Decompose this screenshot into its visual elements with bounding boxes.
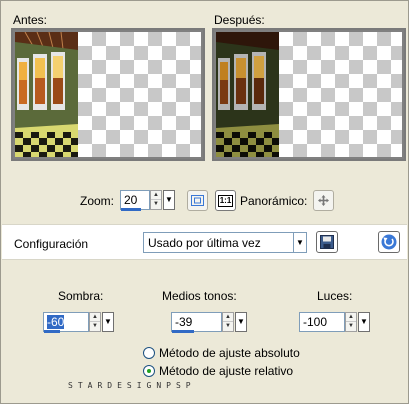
after-preview-image bbox=[216, 32, 402, 157]
zoom-input[interactable]: 20 bbox=[120, 190, 150, 210]
midtones-label: Medios tonos: bbox=[162, 289, 237, 303]
transparency-checker bbox=[78, 32, 201, 157]
relative-method-label[interactable]: Método de ajuste relativo bbox=[159, 364, 293, 378]
absolute-method-radio[interactable] bbox=[143, 347, 155, 359]
config-label: Configuración bbox=[14, 237, 89, 251]
before-preview-image bbox=[15, 32, 201, 157]
fit-window-button[interactable] bbox=[187, 190, 208, 211]
shadows-label: Sombra: bbox=[58, 289, 104, 303]
spin-up-icon[interactable]: ▲ bbox=[151, 191, 161, 200]
before-preview[interactable] bbox=[11, 28, 205, 161]
shadows-input[interactable]: -60 bbox=[43, 312, 89, 332]
spin-down-icon[interactable]: ▼ bbox=[346, 322, 356, 331]
preset-select[interactable]: Usado por última vez bbox=[143, 232, 307, 253]
dialog: Antes: Después: Zoom: 20 ▲ ▼ ▼ 1:1 Panor… bbox=[0, 0, 409, 404]
spin-up-icon[interactable]: ▲ bbox=[90, 313, 100, 322]
spin-down-icon[interactable]: ▼ bbox=[223, 322, 233, 331]
chevron-down-icon: ▼ bbox=[237, 317, 245, 326]
after-preview[interactable] bbox=[212, 28, 406, 161]
chevron-down-icon: ▼ bbox=[104, 317, 112, 326]
spin-up-icon[interactable]: ▲ bbox=[223, 313, 233, 322]
reset-arrow-icon bbox=[381, 234, 397, 250]
zoom-label: Zoom: bbox=[80, 194, 115, 208]
zoom-slider-indicator[interactable] bbox=[121, 208, 141, 211]
after-label: Después: bbox=[214, 13, 265, 27]
save-preset-button[interactable] bbox=[316, 231, 338, 253]
chevron-down-icon: ▼ bbox=[165, 195, 173, 204]
highlights-input[interactable]: -100 bbox=[299, 312, 345, 332]
zoom-dropdown-button[interactable]: ▼ bbox=[163, 190, 175, 210]
pan-move-icon bbox=[318, 195, 329, 206]
pan-button[interactable] bbox=[313, 190, 334, 211]
pan-label: Panorámico: bbox=[240, 194, 308, 208]
watermark-text: STARDESIGNPSP bbox=[68, 381, 196, 390]
transparency-checker bbox=[279, 32, 402, 157]
highlights-spinner[interactable]: ▲ ▼ bbox=[345, 312, 357, 332]
shadows-slider-indicator[interactable] bbox=[44, 330, 60, 333]
spin-down-icon[interactable]: ▼ bbox=[151, 200, 161, 209]
highlights-dropdown-button[interactable]: ▼ bbox=[358, 312, 370, 332]
before-label: Antes: bbox=[13, 13, 48, 27]
save-disk-icon bbox=[320, 235, 334, 249]
shadows-spinner[interactable]: ▲ ▼ bbox=[89, 312, 101, 332]
midtones-input[interactable]: -39 bbox=[171, 312, 222, 332]
highlights-label: Luces: bbox=[317, 289, 353, 303]
preset-dropdown-button[interactable]: ▼ bbox=[293, 233, 306, 252]
zoom-spinner[interactable]: ▲ ▼ bbox=[150, 190, 162, 210]
spin-up-icon[interactable]: ▲ bbox=[346, 313, 356, 322]
actual-size-button[interactable]: 1:1 bbox=[215, 190, 236, 211]
relative-method-radio[interactable] bbox=[143, 365, 155, 377]
actual-size-icon: 1:1 bbox=[217, 194, 234, 207]
fit-window-icon bbox=[191, 195, 204, 206]
reset-button[interactable] bbox=[378, 231, 400, 253]
midtones-slider-indicator[interactable] bbox=[172, 330, 194, 333]
midtones-dropdown-button[interactable]: ▼ bbox=[235, 312, 247, 332]
absolute-method-label[interactable]: Método de ajuste absoluto bbox=[159, 346, 300, 360]
shadows-dropdown-button[interactable]: ▼ bbox=[102, 312, 114, 332]
midtones-spinner[interactable]: ▲ ▼ bbox=[222, 312, 234, 332]
chevron-down-icon: ▼ bbox=[296, 238, 304, 247]
spin-down-icon[interactable]: ▼ bbox=[90, 322, 100, 331]
chevron-down-icon: ▼ bbox=[360, 317, 368, 326]
